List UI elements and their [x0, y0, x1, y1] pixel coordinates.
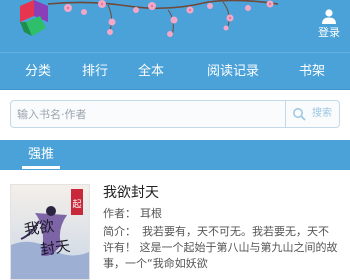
nav-item-bookshelf[interactable]: 书架 — [292, 53, 332, 91]
nav-item-complete[interactable]: 全本 — [131, 53, 171, 91]
search-bar: 搜索 — [0, 90, 350, 138]
book-item[interactable]: 起 我欲 封天 我欲封天 作者： 耳根 简介： 我若要有，天不可无。我若要无，天不许… — [0, 170, 350, 280]
book-intro-text: 我若要有，天不可无。我若要无，天不许有！ 这是一个起始于第八山与第九山之间的故事… — [103, 225, 338, 270]
nav-item-category[interactable]: 分类 — [18, 53, 58, 91]
login-button[interactable]: 登录 — [314, 8, 344, 40]
book-author-row: 作者： 耳根 — [103, 206, 162, 221]
login-label: 登录 — [318, 26, 340, 39]
book-author: 耳根 — [140, 207, 162, 220]
user-icon — [322, 9, 336, 24]
book-intro-label: 简介： — [103, 225, 136, 238]
cherry-blossom-decoration — [48, 0, 279, 37]
book-cover[interactable]: 起 我欲 封天 — [10, 184, 90, 280]
section-title-underline — [22, 166, 60, 169]
search-button-label: 搜索 — [312, 108, 332, 119]
logo-icon[interactable] — [16, 0, 52, 40]
search-input[interactable] — [11, 101, 285, 127]
app-header: 登录 — [0, 0, 350, 52]
book-cover-art: 起 我欲 封天 — [11, 185, 89, 279]
search-box: 搜索 — [10, 100, 340, 128]
recommend-section-header: 强推 — [0, 140, 350, 170]
svg-text:起: 起 — [72, 199, 81, 210]
nav-item-reading-history[interactable]: 阅读记录 — [200, 53, 266, 91]
main-nav: 分类 排行 全本 阅读记录 书架 — [0, 52, 350, 90]
search-icon — [293, 108, 306, 121]
app-page: 登录 分类 排行 全本 阅读记录 书架 搜索 强推 — [0, 0, 350, 280]
search-button[interactable]: 搜索 — [285, 101, 339, 127]
book-intro: 简介： 我若要有，天不可无。我若要无，天不许有！ 这是一个起始于第八山与第九山之间… — [103, 224, 339, 272]
nav-item-ranking[interactable]: 排行 — [75, 53, 115, 91]
book-author-label: 作者： — [103, 207, 136, 220]
book-title[interactable]: 我欲封天 — [103, 184, 159, 202]
